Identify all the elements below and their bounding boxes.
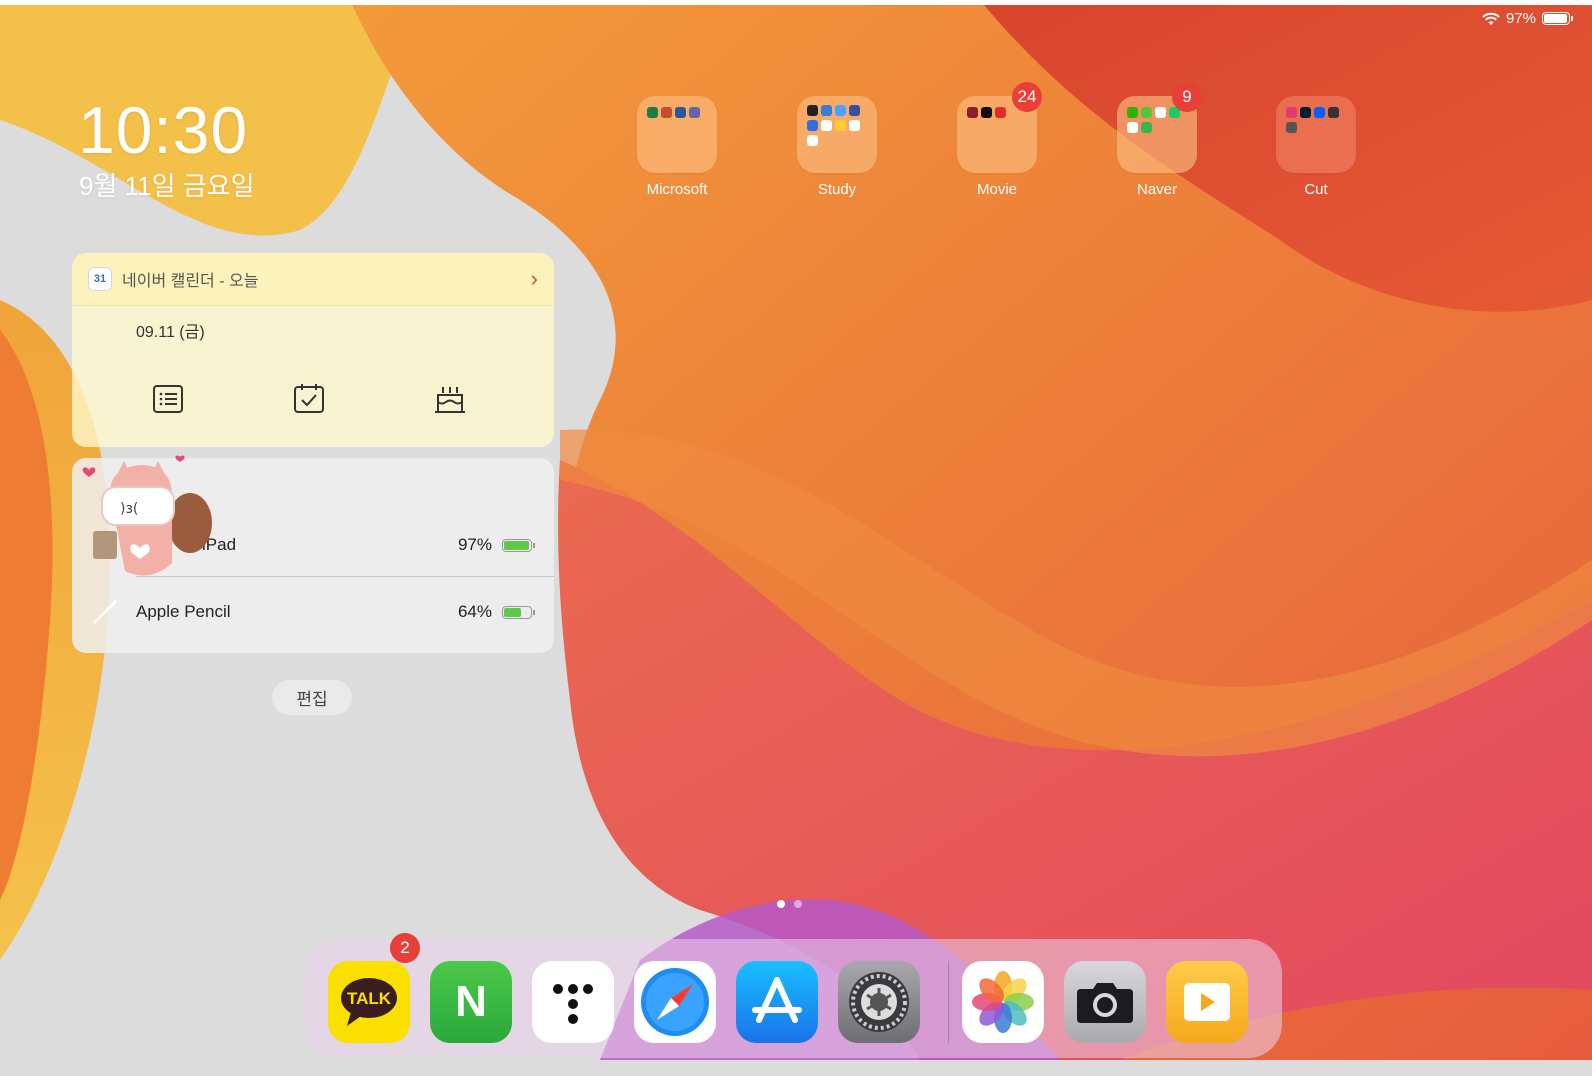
chevron-right-icon[interactable]: › [531, 266, 538, 292]
battery-fill [504, 607, 521, 617]
widget-title: 네이버 캘린더 - 오늘 [122, 273, 259, 290]
battery-fill [504, 540, 530, 550]
status-bar: 97% [1482, 10, 1573, 27]
naver-n-label: N [455, 977, 487, 1026]
folder-naver[interactable]: 9 Naver [1112, 82, 1202, 198]
battery-percent: 97% [1505, 10, 1536, 27]
wifi-icon [1482, 12, 1500, 25]
settings-app-icon[interactable] [838, 961, 920, 1043]
gear-icon [849, 972, 909, 1032]
dock-separator [948, 961, 949, 1043]
folder-study[interactable]: Study [792, 96, 882, 198]
folder-microsoft[interactable]: Microsoft [632, 96, 722, 198]
camera-icon [1077, 983, 1133, 1023]
folder-label: Naver [1136, 181, 1177, 198]
slides-app-icon[interactable] [1166, 961, 1248, 1043]
flower-icon [972, 971, 1034, 1033]
clock-time: 10:30 [78, 93, 249, 167]
folder-badge: 9 [1172, 82, 1202, 112]
list-icon[interactable] [152, 383, 184, 415]
kakaotalk-badge: 2 [390, 933, 420, 963]
battery-icon [1542, 12, 1573, 25]
folder-cut[interactable]: Cut [1271, 96, 1361, 198]
battery-bar [502, 605, 535, 619]
top-strip [0, 0, 1592, 5]
naver-app-icon[interactable]: N [430, 961, 512, 1043]
safari-app-icon[interactable] [634, 961, 716, 1043]
folder-movie[interactable]: 24 Movie [952, 82, 1042, 198]
pencil-icon [93, 600, 117, 624]
birthday-cake-icon[interactable] [434, 383, 466, 415]
folder-label: Study [817, 181, 857, 198]
folder-badge: 24 [1012, 82, 1042, 112]
battery-percent: 97% [457, 535, 492, 554]
battery-bar [502, 538, 535, 552]
photos-app-icon[interactable] [962, 961, 1044, 1043]
page-dot-2[interactable] [794, 900, 802, 908]
device-name: Apple Pencil [136, 602, 231, 621]
kakaotalk-app-icon[interactable]: TALK [328, 961, 410, 1043]
folder-label: Movie [976, 181, 1017, 198]
folder-label: Cut [1304, 181, 1328, 198]
compass-icon [641, 968, 709, 1036]
play-icon [1184, 983, 1230, 1021]
tmap-app-icon[interactable] [532, 961, 614, 1043]
calendar-app-icon: 31 [88, 267, 112, 291]
dots-icon [553, 984, 593, 1024]
widget-header[interactable]: 31 네이버 캘린더 - 오늘 › [72, 253, 554, 306]
edit-button[interactable]: 편집 [272, 680, 352, 715]
dock: TALK 2 N [306, 933, 1282, 1058]
battery-percent: 64% [457, 602, 492, 621]
squirrel-sticker-image: )з( [82, 455, 212, 576]
app-store-app-icon[interactable] [736, 961, 818, 1043]
folder-icon [637, 96, 717, 173]
clock-date: 9월 11일 금요일 [79, 171, 255, 201]
folder-icon [1276, 96, 1356, 173]
talk-label: TALK [346, 989, 392, 1008]
folder-icon [797, 96, 877, 173]
folder-label: Microsoft [646, 181, 708, 198]
naver-calendar-widget[interactable]: 31 네이버 캘린더 - 오늘 › 09.11 (금) [72, 253, 554, 447]
app-store-icon [752, 977, 802, 1023]
checkbox-calendar-icon[interactable] [293, 383, 325, 415]
camera-app-icon[interactable] [1064, 961, 1146, 1043]
widget-date: 09.11 (금) [136, 324, 205, 341]
page-dot-1[interactable] [777, 900, 785, 908]
svg-text:)з(: )з( [120, 501, 138, 517]
page-indicator[interactable] [777, 900, 802, 908]
